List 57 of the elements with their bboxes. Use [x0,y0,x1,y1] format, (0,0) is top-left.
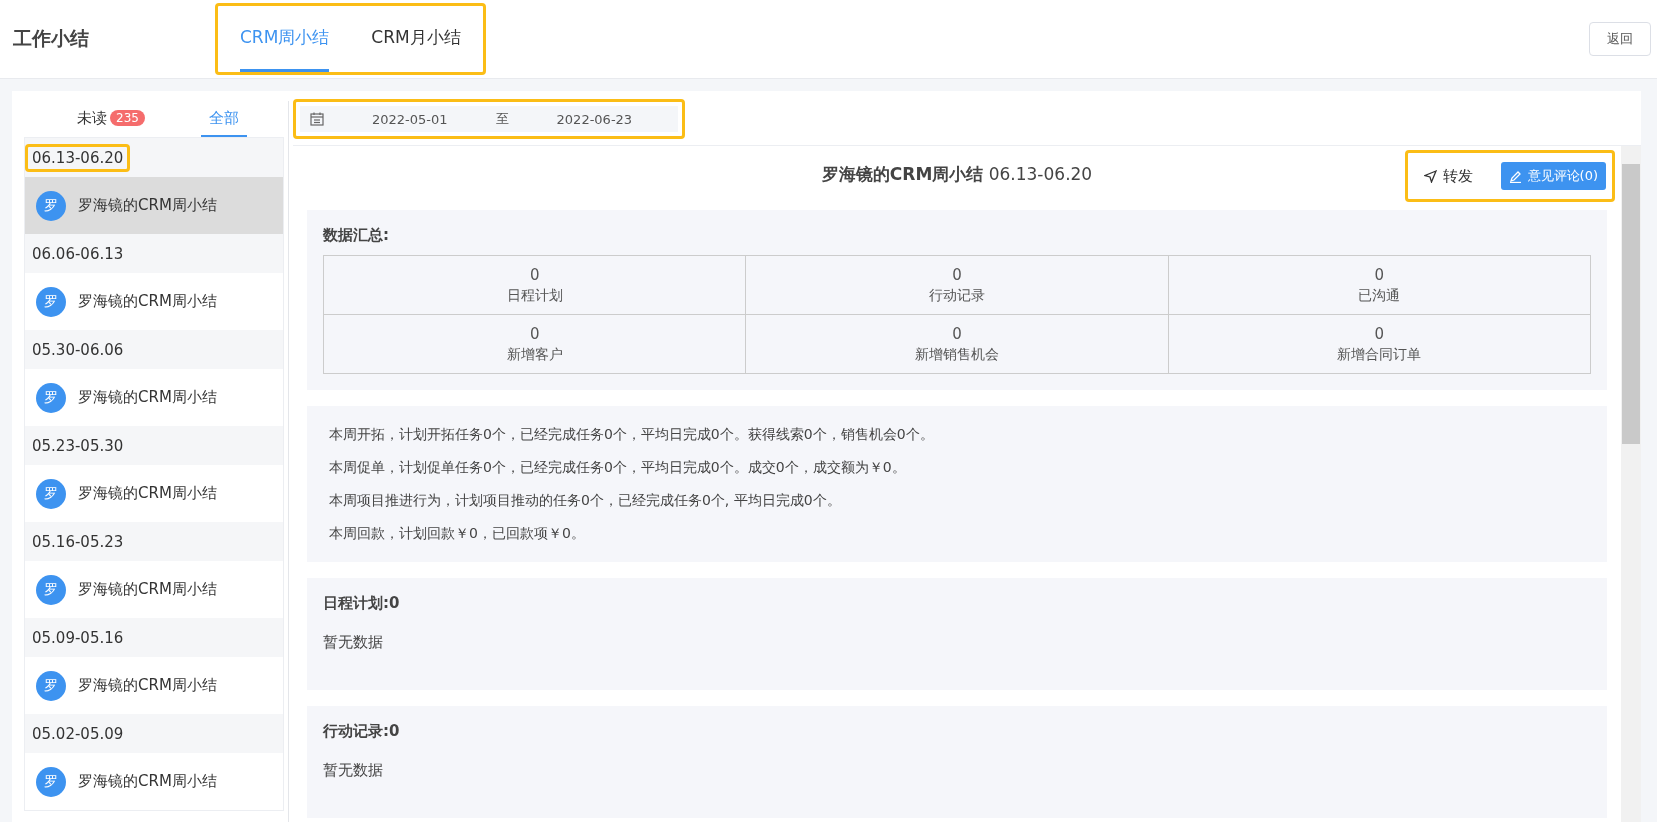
stat-value: 0 [952,324,962,343]
period-label: 06.13-06.20 [25,143,131,172]
report-title: 罗海镜的CRM周小结 [78,292,217,311]
period-label: 05.02-05.09 [31,723,125,745]
stat-value: 0 [529,324,540,343]
summary-line: 本周回款，计划回款￥0，已回款项￥0。 [328,524,586,543]
avatar: 罗 [36,670,66,701]
period-label: 05.30-06.06 [31,339,125,361]
stat-label: 新增合同订单 [1337,345,1422,364]
pen-icon [1508,169,1522,183]
report-title: 罗海镜的CRM周小结 [78,676,217,695]
avatar: 罗 [36,382,66,413]
empty-text: 暂无数据 [323,761,384,780]
forward-button[interactable]: 转发 [1417,165,1479,187]
stat-value: 0 [1374,324,1385,343]
stat-value: 0 [952,265,962,284]
report-title: 罗海镜的CRM周小结 [78,388,217,407]
stat-label: 行动记录 [929,286,985,305]
back-button[interactable]: 返回 [1589,22,1651,56]
stat-label: 日程计划 [506,286,563,305]
stat-label: 新增客户 [506,345,563,364]
period-label: 05.16-05.23 [31,531,125,553]
tab[interactable]: CRM月小结 [371,6,461,72]
stat-label: 已沟通 [1358,286,1401,305]
summary-line: 本周开拓，计划开拓任务0个，已经完成任务0个，平均日完成0个。获得线索0个，销售机会0个。 [328,425,935,444]
report-title: 罗海镜的CRM周小结 [78,196,217,215]
report-title: 罗海镜的CRM周小结 [78,772,217,791]
stat-label: 新增销售机会 [915,345,999,364]
empty-text: 暂无数据 [323,633,384,652]
avatar: 罗 [36,286,66,317]
avatar: 罗 [36,766,66,797]
period-label: 05.09-05.16 [31,627,125,649]
report-title: 罗海镜的CRM周小结 [78,484,217,503]
stat-value: 0 [529,265,540,284]
report-list-item[interactable]: 罗 罗海镜的CRM周小结 [25,177,283,234]
range-separator: 至 [495,110,509,128]
period-label: 06.06-06.13 [31,243,125,265]
page-title: 工作小结 [13,26,90,51]
avatar: 罗 [36,574,66,605]
avatar: 罗 [36,190,66,221]
stat-value: 0 [1374,265,1385,284]
count-badge: 235 [110,110,145,126]
report-title: 罗海镜的CRM周小结 [78,580,217,599]
section-heading: 数据汇总: [323,226,390,245]
period-label: 05.23-05.30 [31,435,125,457]
calendar-icon [310,112,324,126]
section-heading: 日程计划:0 [323,594,401,613]
filter-tab[interactable]: 未读 235 [69,101,153,137]
section-heading: 行动记录:0 [323,722,401,741]
report-heading: 罗海镜的CRM周小结 06.13-06.20 [821,162,1093,186]
end-date: 2022-06-23 [556,111,633,127]
summary-line: 本周促单，计划促单任务0个，已经完成任务0个，平均日完成0个。成交0个，成交额为￥0。 [328,458,907,477]
avatar: 罗 [36,478,66,509]
send-icon [1423,169,1437,183]
date-range-field[interactable]: 2022-05-01 至 2022-06-23 [300,106,678,132]
start-date: 2022-05-01 [372,111,448,127]
summary-line: 本周项目推进行为，计划项目推动的任务0个，已经完成任务0个, 平均日完成0个。 [328,491,842,510]
